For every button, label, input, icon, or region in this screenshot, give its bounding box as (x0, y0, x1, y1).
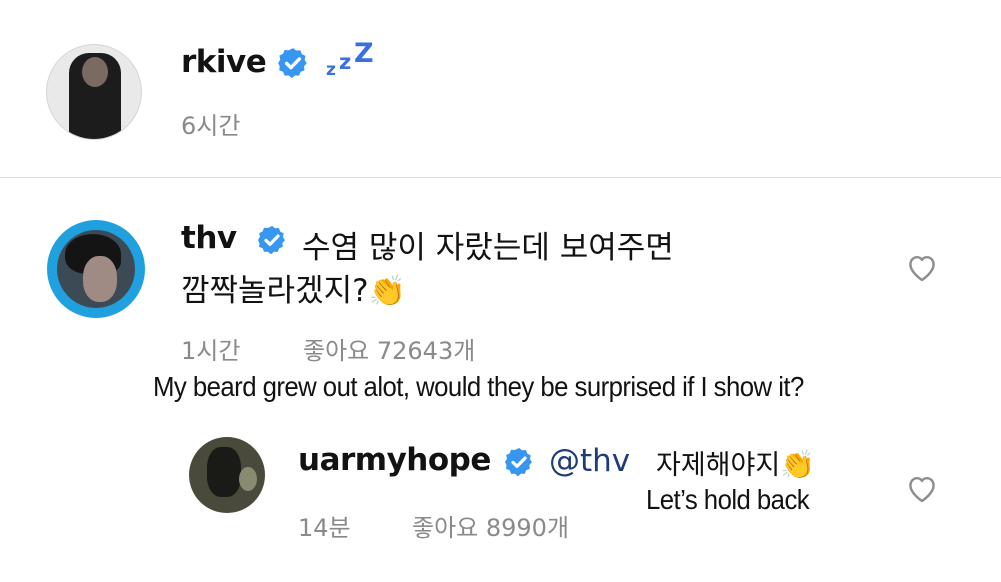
status-zzz-emoji: z z Z (326, 38, 374, 80)
translation-caption: My beard grew out alot, would they be su… (153, 371, 804, 402)
post-username[interactable]: rkive (181, 44, 267, 80)
reply-likes-count[interactable]: 좋아요 8990개 (412, 508, 569, 543)
comment-text-line1: 수염 많이 자랐는데 보여주면 (302, 230, 674, 266)
reply-text: 자제해야지👏 (656, 443, 815, 482)
divider (0, 177, 1001, 178)
reply-text-body: 자제해야지 (656, 450, 781, 481)
reply-translation-caption: Let’s hold back (646, 484, 810, 515)
reply-username-uarmyhope[interactable]: uarmyhope (298, 442, 491, 478)
comment-text-line2: 깜짝놀라겠지?👏 (181, 265, 406, 310)
avatar-photo (57, 230, 135, 308)
comment-timestamp: 1시간 (181, 337, 241, 365)
post-timestamp: 6시간 (181, 112, 241, 140)
verified-badge-icon (505, 448, 532, 477)
avatar-thv[interactable] (47, 220, 145, 318)
mention-link[interactable]: @thv (549, 443, 630, 479)
heart-outline-icon[interactable] (905, 252, 939, 282)
clap-emoji-icon: 👏 (780, 448, 816, 481)
reply-timestamp: 14분 (298, 514, 351, 542)
heart-outline-icon[interactable] (905, 473, 939, 503)
comment-username-thv[interactable]: thv (181, 220, 237, 256)
verified-badge-icon (278, 48, 307, 79)
comment-text-line2-text: 깜짝놀라겠지? (181, 273, 369, 309)
verified-badge-icon (258, 226, 285, 255)
clap-emoji-icon: 👏 (368, 274, 406, 309)
comment-likes-count[interactable]: 좋아요 72643개 (303, 331, 475, 366)
avatar-rkive[interactable] (46, 44, 142, 140)
avatar-face (82, 57, 108, 87)
avatar-uarmyhope[interactable] (189, 437, 265, 513)
